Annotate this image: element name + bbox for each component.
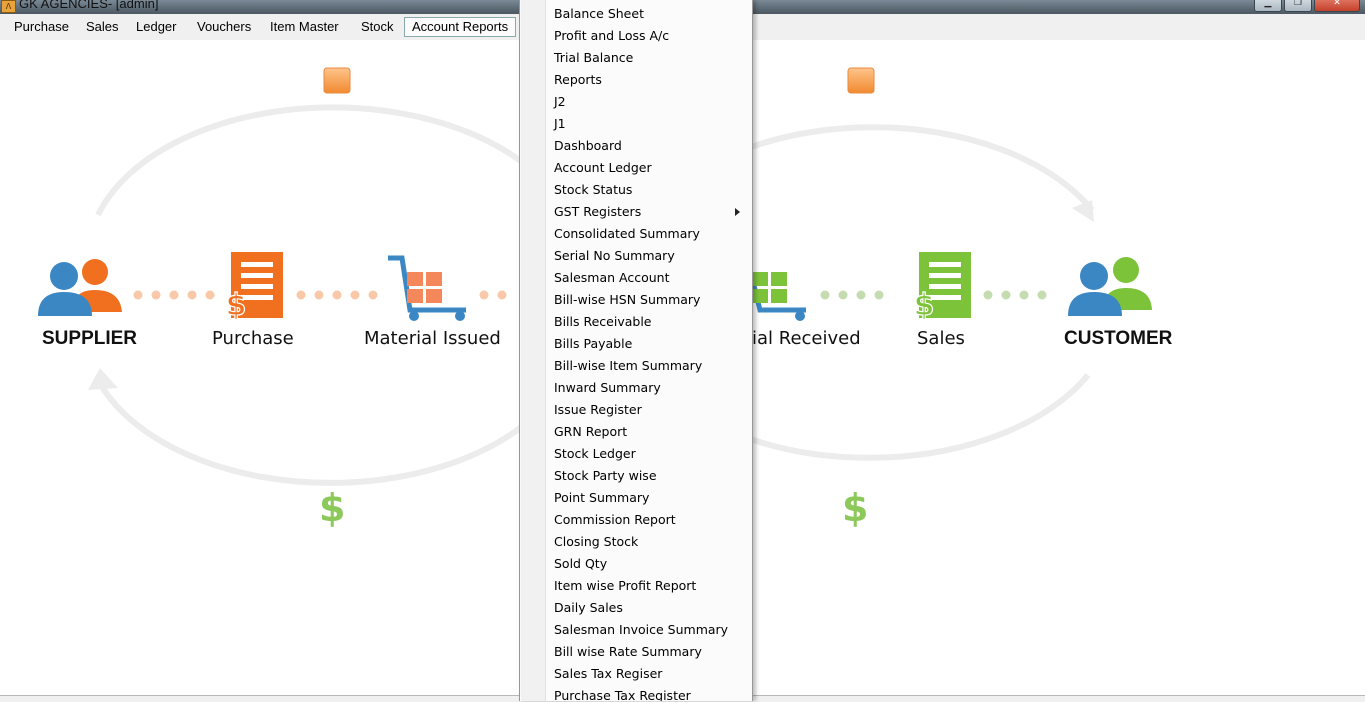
menu-item-item-wise-profit-report[interactable]: Item wise Profit Report bbox=[554, 575, 696, 597]
menu-item-serial-no-summary[interactable]: Serial No Summary bbox=[554, 245, 675, 267]
minimize-icon[interactable]: ▁ bbox=[1254, 0, 1282, 12]
menu-item-inward-summary[interactable]: Inward Summary bbox=[554, 377, 661, 399]
menu-item-j1[interactable]: J1 bbox=[554, 113, 566, 135]
sales-label: Sales bbox=[917, 328, 965, 349]
menu-item-daily-sales[interactable]: Daily Sales bbox=[554, 597, 623, 619]
menu-item-stock-ledger[interactable]: Stock Ledger bbox=[554, 443, 636, 465]
menu-vouchers[interactable]: Vouchers bbox=[190, 17, 258, 37]
menu-item-stock-status[interactable]: Stock Status bbox=[554, 179, 632, 201]
account-reports-dropdown: Balance Sheet Profit and Loss A/c Trial … bbox=[519, 0, 753, 701]
menu-item-point-summary[interactable]: Point Summary bbox=[554, 487, 649, 509]
menu-item-dashboard[interactable]: Dashboard bbox=[554, 135, 622, 157]
customer-label: CUSTOMER bbox=[1064, 328, 1173, 349]
material-received-cart-icon bbox=[749, 272, 806, 321]
menu-item-salesman-account[interactable]: Salesman Account bbox=[554, 267, 669, 289]
material-issued-cart-icon bbox=[388, 255, 466, 321]
menu-item-commission-report[interactable]: Commission Report bbox=[554, 509, 676, 531]
left-dollar-icon: $ bbox=[319, 486, 346, 530]
menu-item-sold-qty[interactable]: Sold Qty bbox=[554, 553, 607, 575]
menu-item-stock-party-wise[interactable]: Stock Party wise bbox=[554, 465, 657, 487]
submenu-arrow-icon bbox=[735, 208, 740, 216]
app-logo-icon: Λ bbox=[1, 0, 16, 13]
menu-purchase[interactable]: Purchase bbox=[7, 17, 76, 37]
menu-item-issue-register[interactable]: Issue Register bbox=[554, 399, 642, 421]
svg-text:$: $ bbox=[914, 288, 935, 323]
menu-item-bill-wise-hsn-summary[interactable]: Bill-wise HSN Summary bbox=[554, 289, 700, 311]
sales-invoice-icon: $ bbox=[913, 252, 971, 324]
menu-item-bills-payable[interactable]: Bills Payable bbox=[554, 333, 632, 355]
customer-icon bbox=[1068, 257, 1152, 316]
menu-item-profit-and-loss[interactable]: Profit and Loss A/c bbox=[554, 25, 669, 47]
menu-icon-gutter bbox=[521, 0, 546, 701]
menu-item-balance-sheet[interactable]: Balance Sheet bbox=[554, 3, 644, 25]
restore-icon[interactable]: ❐ bbox=[1284, 0, 1312, 12]
menu-account-reports[interactable]: Account Reports bbox=[404, 17, 517, 37]
menu-stock[interactable]: Stock bbox=[354, 17, 401, 37]
menu-item-bills-receivable[interactable]: Bills Receivable bbox=[554, 311, 652, 333]
purchase-invoice-icon: $ bbox=[225, 252, 283, 324]
menu-ledger[interactable]: Ledger bbox=[129, 17, 183, 37]
supplier-icon bbox=[38, 259, 122, 316]
top-right-square-icon bbox=[847, 67, 875, 94]
material-issued-label: Material Issued bbox=[364, 328, 501, 349]
menu-item-grn-report[interactable]: GRN Report bbox=[554, 421, 627, 443]
menu-item-bill-wise-rate-summary[interactable]: Bill wise Rate Summary bbox=[554, 641, 702, 663]
menu-item-account-ledger[interactable]: Account Ledger bbox=[554, 157, 652, 179]
menu-item-reports[interactable]: Reports bbox=[554, 69, 602, 91]
window-controls: ▁ ❐ ✕ bbox=[1254, 0, 1360, 12]
close-icon[interactable]: ✕ bbox=[1314, 0, 1360, 12]
menu-item-master[interactable]: Item Master bbox=[263, 17, 346, 37]
orange-dotted-connectors bbox=[133, 290, 507, 300]
supplier-label: SUPPLIER bbox=[42, 328, 138, 349]
menu-item-trial-balance[interactable]: Trial Balance bbox=[554, 47, 633, 69]
menu-item-consolidated-summary[interactable]: Consolidated Summary bbox=[554, 223, 700, 245]
menu-item-salesman-invoice-summary[interactable]: Salesman Invoice Summary bbox=[554, 619, 728, 641]
top-left-square-icon bbox=[323, 67, 351, 94]
right-dollar-icon: $ bbox=[842, 486, 869, 530]
menu-item-purchase-tax-register[interactable]: Purchase Tax Register bbox=[554, 685, 691, 701]
menu-item-j2[interactable]: J2 bbox=[554, 91, 566, 113]
menu-item-closing-stock[interactable]: Closing Stock bbox=[554, 531, 638, 553]
left-cycle-arrowhead bbox=[88, 368, 118, 390]
window-title: GK AGENCIES- [admin] bbox=[19, 0, 159, 11]
menu-item-sales-tax-register[interactable]: Sales Tax Regiser bbox=[554, 663, 662, 685]
purchase-label: Purchase bbox=[212, 328, 294, 349]
menu-item-gst-registers[interactable]: GST Registers bbox=[554, 201, 641, 223]
svg-text:$: $ bbox=[226, 288, 247, 323]
menu-item-bill-wise-item-summary[interactable]: Bill-wise Item Summary bbox=[554, 355, 702, 377]
menu-sales[interactable]: Sales bbox=[79, 17, 126, 37]
material-received-label: ial Received bbox=[752, 328, 861, 349]
